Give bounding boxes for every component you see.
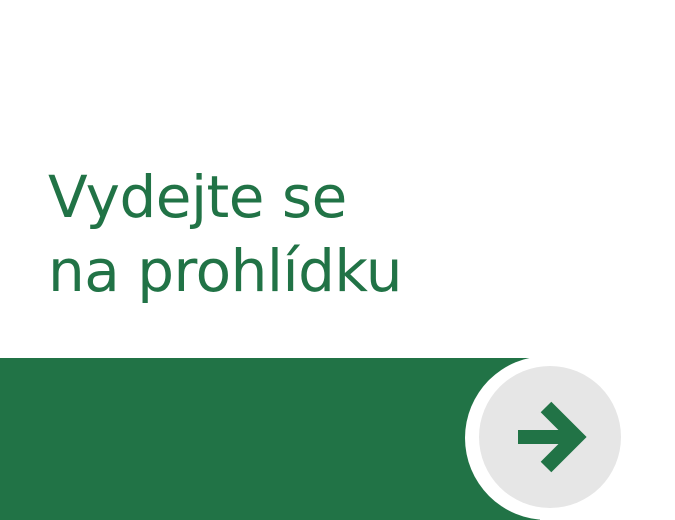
page-title: Vydejte se na prohlídku — [48, 160, 402, 308]
accent-banner — [0, 358, 540, 520]
title-line-1: Vydejte se — [48, 163, 347, 231]
intro-slide: Vydejte se na prohlídku — [0, 0, 675, 520]
arrow-right-icon — [512, 399, 588, 475]
next-button[interactable] — [479, 366, 621, 508]
title-line-2: na prohlídku — [48, 237, 402, 305]
